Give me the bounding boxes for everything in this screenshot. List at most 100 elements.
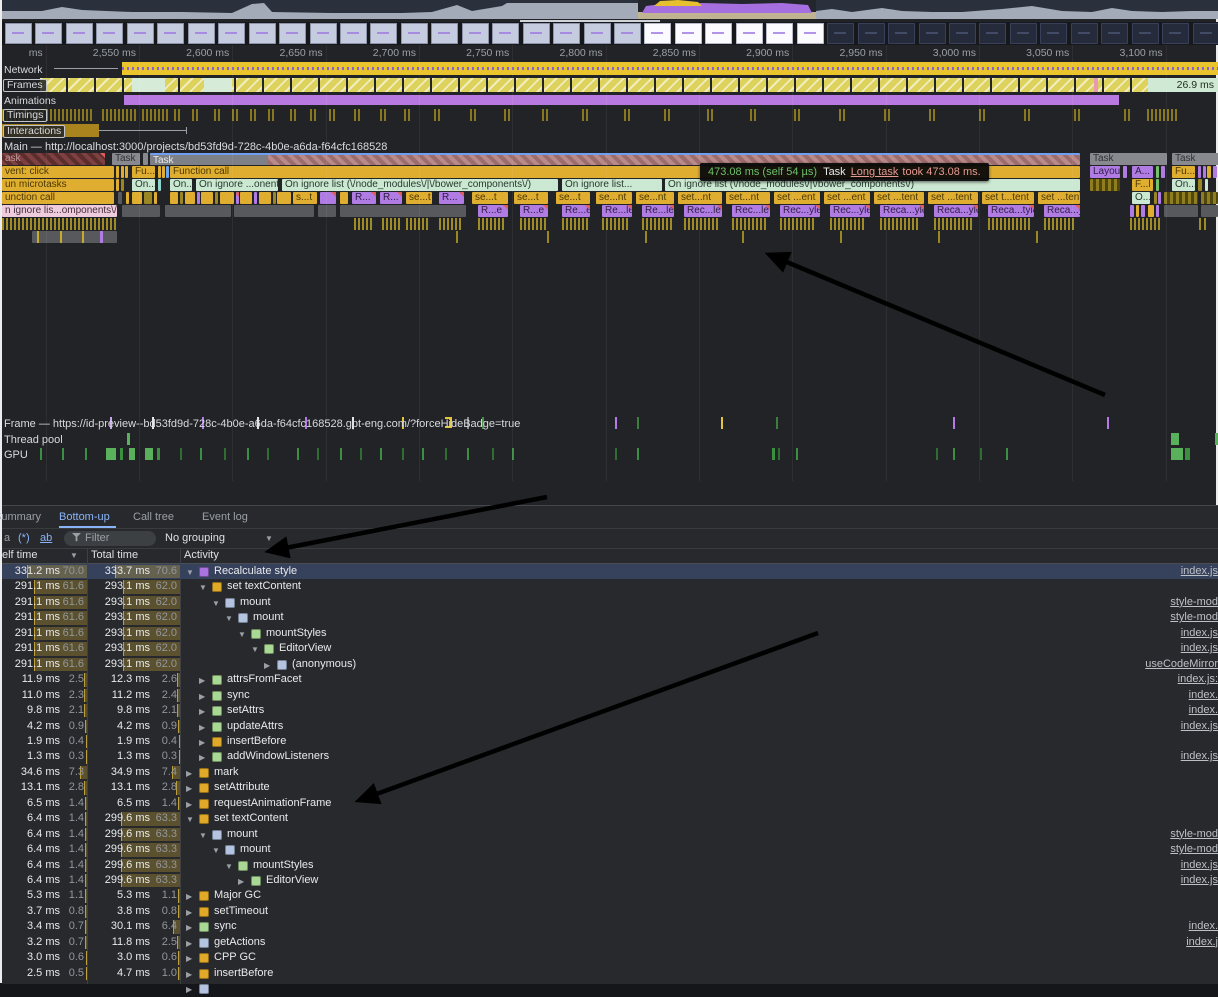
expand-arrow-icon[interactable]: ▶ <box>199 750 205 764</box>
screenshot-thumbnail[interactable] <box>766 23 793 44</box>
frame-tile[interactable] <box>180 78 206 92</box>
expand-arrow-icon[interactable]: ▶ <box>238 874 244 888</box>
header-self-time[interactable]: elf time <box>2 548 37 563</box>
source-link[interactable]: style-mod <box>1170 610 1218 625</box>
source-link[interactable]: index.js: <box>1178 672 1218 687</box>
flame-bar[interactable] <box>320 192 336 204</box>
flame-bar[interactable]: On ignore ...onents\/) <box>196 179 278 191</box>
frame-tile[interactable] <box>600 78 626 92</box>
source-link[interactable]: style-mod <box>1170 595 1218 610</box>
flame-bar[interactable]: Rec...le <box>684 205 722 217</box>
track-label-network[interactable]: Network <box>4 64 43 76</box>
screenshot-thumbnail[interactable] <box>249 23 276 44</box>
filter-input[interactable]: Filter <box>64 531 156 546</box>
flame-bar[interactable]: n ignore lis...omponents\/) <box>2 205 117 217</box>
flame-bar[interactable]: Reca...tyle <box>988 205 1034 217</box>
flame-bar[interactable] <box>180 192 183 204</box>
table-row[interactable]: ▶ <box>2 981 1218 996</box>
frame-tile[interactable] <box>516 78 542 92</box>
table-row[interactable]: 1.9 ms0.4 %1.9 ms0.4 %▶insertBefore <box>2 734 1218 749</box>
table-row[interactable]: 6.5 ms1.4 %6.5 ms1.4 %▶requestAnimationF… <box>2 796 1218 811</box>
flame-bar[interactable]: On...) <box>132 179 155 191</box>
flame-bar[interactable]: On ignore list (\/node_modules\/|\/bower… <box>282 179 558 191</box>
screenshot-thumbnail[interactable] <box>370 23 397 44</box>
frame-tile[interactable] <box>96 78 122 92</box>
flame-bar[interactable] <box>1201 192 1218 204</box>
collapse-arrow-icon[interactable]: ▼ <box>225 859 233 873</box>
frame-tile[interactable] <box>404 78 430 92</box>
flame-bar[interactable]: Fu...ll <box>132 166 155 178</box>
frame-tile[interactable] <box>236 78 262 92</box>
table-row[interactable]: 6.4 ms1.4 %299.6 ms63.3 %▶EditorViewinde… <box>2 873 1218 888</box>
expand-arrow-icon[interactable]: ▶ <box>264 658 270 672</box>
flame-bar[interactable] <box>170 192 178 204</box>
flame-bar[interactable] <box>1164 192 1198 204</box>
screenshot-thumbnail[interactable] <box>523 23 550 44</box>
frame-tile[interactable] <box>1020 78 1046 92</box>
flame-bar[interactable] <box>1148 205 1154 217</box>
track-label-animations[interactable]: Animations <box>4 95 56 107</box>
flame-bar[interactable] <box>121 179 124 191</box>
flame-bar[interactable]: Re...le <box>642 205 674 217</box>
table-row[interactable]: 11.0 ms2.3 %11.2 ms2.4 %▶syncindex. <box>2 688 1218 703</box>
tab-bottom-up[interactable]: Bottom-up <box>59 506 116 528</box>
flame-bar[interactable] <box>1201 205 1218 217</box>
flame-bar[interactable] <box>215 192 218 204</box>
frame-tile-idle[interactable] <box>204 78 232 92</box>
frames-track[interactable]: 26.9 ms <box>2 78 1218 92</box>
flame-bar[interactable]: set...nt <box>726 192 770 204</box>
flame-bar[interactable] <box>236 192 239 204</box>
expand-arrow-icon[interactable]: ▶ <box>199 735 205 749</box>
screenshot-thumbnail[interactable] <box>218 23 245 44</box>
source-link[interactable]: index. <box>1189 688 1218 703</box>
collapse-arrow-icon[interactable]: ▼ <box>199 828 207 842</box>
flame-bar[interactable] <box>1164 205 1198 217</box>
expand-arrow-icon[interactable]: ▶ <box>186 982 192 996</box>
frame-tile[interactable] <box>488 78 514 92</box>
expand-arrow-icon[interactable]: ▶ <box>186 951 192 965</box>
source-link[interactable]: index.js <box>1181 873 1218 888</box>
flame-bar[interactable] <box>1141 205 1145 217</box>
frame-tile[interactable] <box>572 78 598 92</box>
collapse-arrow-icon[interactable]: ▼ <box>212 843 220 857</box>
flame-bar[interactable]: Rec...le <box>732 205 770 217</box>
frame-tile[interactable] <box>740 78 766 92</box>
frame-tile[interactable] <box>880 78 906 92</box>
screenshot-thumbnail[interactable] <box>858 23 885 44</box>
tab-event-log[interactable]: Event log <box>202 506 256 528</box>
gpu-track[interactable] <box>2 447 1218 461</box>
screenshot-thumbnail[interactable] <box>888 23 915 44</box>
flame-bar[interactable]: Reca...yle <box>1044 205 1080 217</box>
flame-bar[interactable] <box>340 192 348 204</box>
table-row[interactable]: 5.3 ms1.1 %5.3 ms1.1 %▶Major GC <box>2 888 1218 903</box>
flame-bar[interactable]: set ...tent <box>874 192 924 204</box>
flame-bar[interactable] <box>273 192 276 204</box>
frame-tile[interactable] <box>376 78 402 92</box>
table-row[interactable]: 3.7 ms0.8 %3.8 ms0.8 %▶setTimeout <box>2 904 1218 919</box>
screenshot-thumbnail[interactable] <box>1162 23 1189 44</box>
flame-bar[interactable]: Task <box>1090 153 1167 165</box>
flame-bar[interactable]: ask <box>2 153 105 165</box>
flame-bar[interactable] <box>122 205 160 217</box>
screenshot-thumbnail[interactable] <box>462 23 489 44</box>
flame-bar[interactable]: se...nt <box>636 192 674 204</box>
table-row[interactable]: 3.0 ms0.6 %3.0 ms0.6 %▶CPP GC <box>2 950 1218 965</box>
flame-bar[interactable]: O... <box>1132 192 1150 204</box>
flame-bar[interactable]: set ...ent <box>774 192 820 204</box>
frame-tile[interactable] <box>348 78 374 92</box>
frame-tile[interactable] <box>544 78 570 92</box>
flame-bar[interactable] <box>1090 179 1120 191</box>
flame-bar[interactable] <box>259 192 271 204</box>
frame-tile[interactable] <box>432 78 458 92</box>
flame-bar[interactable]: Task <box>112 153 140 165</box>
flame-bar[interactable] <box>1158 192 1161 204</box>
screenshot-thumbnail[interactable] <box>675 23 702 44</box>
table-row[interactable]: 1.3 ms0.3 %1.3 ms0.3 %▶addWindowListener… <box>2 749 1218 764</box>
screenshot-thumbnail[interactable] <box>5 23 32 44</box>
flame-bar[interactable] <box>1130 205 1134 217</box>
match-case-icon[interactable]: a <box>4 529 10 548</box>
flame-bar[interactable]: set t...tent <box>982 192 1034 204</box>
expand-arrow-icon[interactable]: ▶ <box>186 781 192 795</box>
screenshot-thumbnail[interactable] <box>797 23 824 44</box>
frame-tile[interactable] <box>992 78 1018 92</box>
